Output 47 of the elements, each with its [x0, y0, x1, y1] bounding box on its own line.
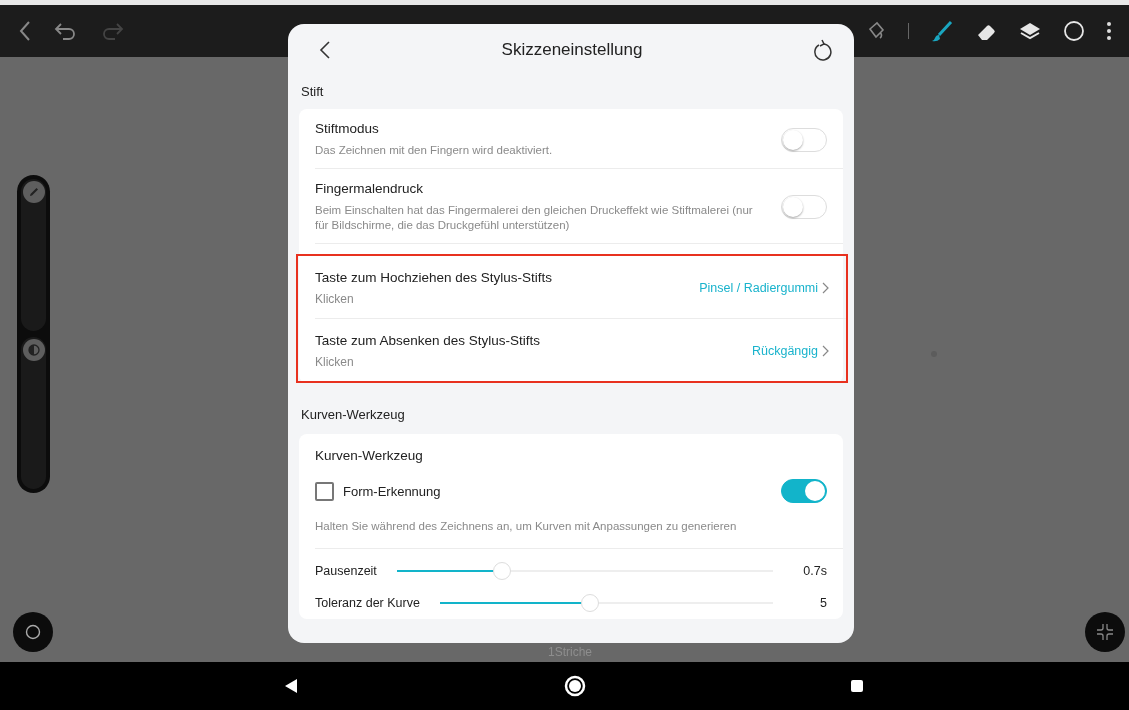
circle-tool-button[interactable] — [13, 612, 53, 652]
layers-icon[interactable] — [1019, 20, 1041, 42]
setting-title: Kurven-Werkzeug — [315, 448, 424, 463]
recents-icon[interactable] — [850, 679, 864, 693]
circle-icon — [25, 624, 41, 640]
slider-label: Toleranz der Kurve — [315, 596, 420, 610]
value-link[interactable]: Rückgängig — [752, 344, 830, 358]
pencil-icon — [27, 186, 40, 198]
collapse-button[interactable] — [1085, 612, 1125, 652]
setting-title: Taste zum Hochziehen des Stylus-Stifts — [315, 270, 554, 285]
setting-title: Stiftmodus — [315, 121, 380, 136]
reset-button[interactable] — [813, 39, 833, 61]
opacity-slider-handle[interactable] — [22, 339, 45, 361]
back-icon[interactable] — [283, 678, 299, 694]
checkbox-label: Form-Erkennung — [343, 483, 441, 499]
more-icon[interactable] — [1107, 21, 1111, 41]
collapse-icon — [1096, 623, 1114, 641]
slider-thumb[interactable] — [580, 594, 599, 612]
section-label: Stift — [300, 83, 325, 101]
undo-icon[interactable] — [54, 21, 78, 41]
home-icon[interactable] — [563, 675, 586, 697]
contrast-icon — [27, 344, 40, 356]
setting-description: Das Zeichnen mit den Fingern wird deaktiviert. — [315, 143, 554, 158]
slider-label: Pausenzeit — [315, 564, 377, 578]
reset-icon — [813, 39, 833, 61]
setting-description: Halten Sie während des Zeichnens an, um Kurven mit Anpassungen zu generieren — [315, 519, 738, 534]
chevron-icon — [822, 282, 830, 294]
dialog-title: Skizzeneinstellung — [501, 40, 643, 60]
setting-description: Beim Einschalten hat das Fingermalerei den gleichen Druckeffekt wie Stiftmalerei (nur für Bildschirme, die das Druckgefühl unterstützen) — [315, 203, 754, 233]
section-label: Kurven-Werkzeug — [300, 406, 406, 424]
brush-icon[interactable] — [931, 20, 953, 42]
setting-hint: Klicken — [315, 292, 355, 306]
size-slider-handle[interactable] — [22, 181, 45, 203]
slider-thumb[interactable] — [493, 562, 512, 580]
checkbox[interactable] — [315, 481, 334, 501]
back-button[interactable] — [319, 40, 331, 60]
toggle-switch[interactable] — [781, 479, 827, 503]
slider-value: 5 — [819, 596, 827, 610]
setting-title: Taste zum Absenken des Stylus-Stifts — [315, 333, 542, 348]
bucket-icon[interactable] — [866, 20, 886, 42]
value-link[interactable]: Pinsel / Radiergummi — [699, 281, 830, 295]
chevron-icon — [822, 345, 830, 357]
setting-hint: Klicken — [315, 355, 355, 369]
setting-title: Fingermalendruck — [315, 181, 425, 196]
slider-value: 0.7s — [803, 564, 827, 578]
circle-icon[interactable] — [1063, 20, 1085, 42]
back-icon — [319, 40, 331, 60]
